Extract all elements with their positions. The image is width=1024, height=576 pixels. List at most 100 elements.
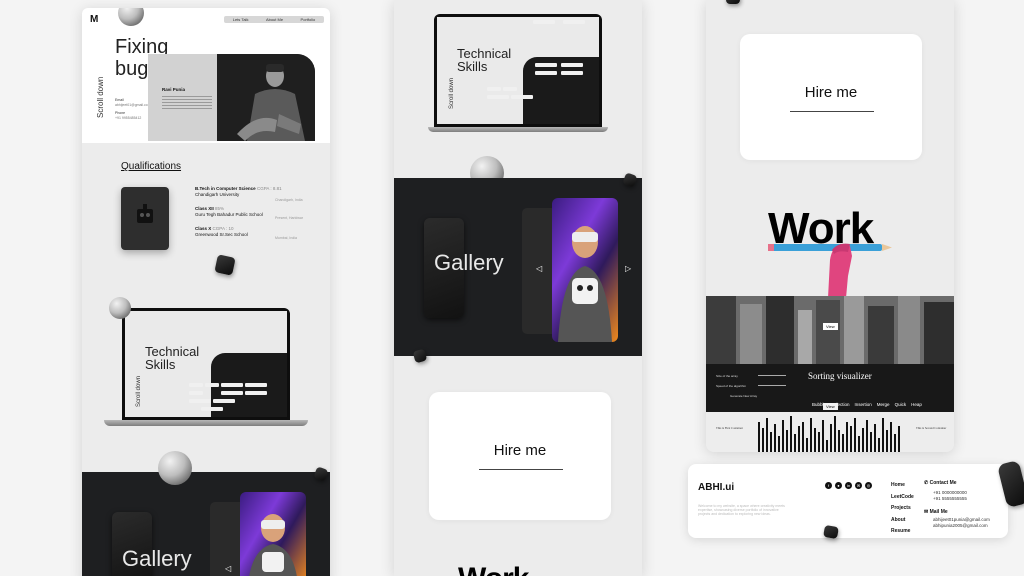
skill-pill bbox=[201, 407, 223, 411]
skill-pill bbox=[561, 63, 583, 67]
technical-skills-title: Technical Skills bbox=[145, 345, 199, 371]
qualifications-title: Qualifications bbox=[121, 161, 182, 172]
vr-person-icon bbox=[558, 226, 612, 342]
phone-2[interactable]: +91 5555555555 bbox=[933, 496, 967, 502]
footer-link-resume[interactable]: Resume bbox=[891, 526, 914, 538]
view-button[interactable]: View bbox=[823, 323, 838, 330]
qualifications-card bbox=[121, 187, 169, 250]
robot-icon bbox=[137, 204, 153, 223]
algo-heap[interactable]: Heap bbox=[911, 402, 922, 407]
decor-cube bbox=[214, 254, 236, 276]
second-container-label: This is Second Container bbox=[916, 426, 947, 430]
qualification-title: B.Tech in Computer Science bbox=[195, 186, 256, 191]
nav-pill[interactable] bbox=[533, 20, 555, 24]
contact-title: ✆ Contact Me bbox=[924, 480, 957, 486]
qualification-school: Guru Tegh Bahadur Public School bbox=[195, 211, 263, 217]
gallery-photo[interactable] bbox=[552, 198, 618, 342]
speed-slider[interactable] bbox=[758, 385, 786, 386]
skill-pill bbox=[487, 87, 501, 91]
laptop-base bbox=[104, 420, 308, 426]
facebook-icon[interactable]: f bbox=[825, 482, 832, 489]
hero-name: Ravi Punia bbox=[162, 87, 186, 92]
qualification-grade: CGPA : 8.81 bbox=[256, 186, 282, 191]
hero-section: M Lets Talk About Me Portfolio Fixing bu… bbox=[82, 8, 330, 143]
algo-merge[interactable]: Merge bbox=[877, 402, 890, 407]
mail-1[interactable]: abhijeet01punia@gmail.com bbox=[933, 517, 990, 523]
decor-cube bbox=[726, 0, 740, 4]
hire-me-underline bbox=[479, 469, 563, 470]
mail-icon[interactable]: ✉ bbox=[855, 482, 862, 489]
contact-mails: abhijeet01punia@gmail.com abhipunia2005@… bbox=[933, 517, 990, 528]
gallery-title: Gallery bbox=[434, 250, 504, 275]
view-button[interactable]: View bbox=[823, 403, 838, 410]
city-skyline-icon bbox=[706, 296, 954, 364]
qualification-school: Greenwood Sr.Sec School bbox=[195, 231, 248, 237]
nav-pill[interactable] bbox=[563, 20, 585, 24]
footer-link-leetcode[interactable]: LeetCode bbox=[891, 492, 914, 504]
footer-link-projects[interactable]: Projects bbox=[891, 503, 914, 515]
sorting-bars-icon bbox=[758, 416, 900, 452]
linkedin-icon[interactable]: in bbox=[845, 482, 852, 489]
instagram-icon[interactable]: ◎ bbox=[865, 482, 872, 489]
github-icon[interactable]: ● bbox=[835, 482, 842, 489]
scroll-down-label[interactable]: Scroll down bbox=[449, 78, 455, 109]
scroll-down-label[interactable]: Scroll down bbox=[96, 77, 105, 118]
laptop-screen: Technical Skills Scroll down bbox=[434, 14, 602, 127]
footer-link-about[interactable]: About bbox=[891, 515, 914, 527]
tech-title-line-2: Skills bbox=[145, 357, 176, 372]
phone-value: +91 9955485412 bbox=[115, 116, 142, 120]
profile-photo bbox=[217, 54, 315, 141]
mockup-column-3: Hire me Work View Size of the array Spee… bbox=[706, 0, 954, 452]
qualification-item-1: B.Tech in Computer Science CGPA : 8.81 C… bbox=[195, 186, 282, 197]
gallery-photo[interactable] bbox=[240, 492, 306, 576]
person-photo-icon bbox=[217, 54, 315, 141]
skill-pill bbox=[535, 63, 557, 67]
city-photo: View bbox=[706, 296, 954, 364]
footer-link-home[interactable]: Home bbox=[891, 480, 914, 492]
skill-pill bbox=[535, 71, 557, 75]
nav-portfolio[interactable]: Portfolio bbox=[301, 17, 316, 22]
gallery-prev-icon[interactable]: ◁ bbox=[225, 564, 231, 573]
hire-me-text[interactable]: Hire me bbox=[429, 442, 611, 459]
hero-description bbox=[162, 96, 212, 110]
skill-pill bbox=[245, 383, 267, 387]
mail-title-text: Mail Me bbox=[929, 509, 948, 515]
hand-pencil-icon bbox=[768, 243, 892, 298]
mail-2[interactable]: abhipunia2005@gmail.com bbox=[933, 523, 990, 529]
hire-me-card[interactable]: Hire me bbox=[740, 34, 922, 160]
mail-title: ✉ Mail Me bbox=[924, 509, 948, 515]
algo-quick[interactable]: Quick bbox=[895, 402, 907, 407]
array-size-label: Size of the array bbox=[716, 374, 738, 378]
phone-label: Phone bbox=[115, 111, 126, 115]
laptop-screen-content: Technical Skills Scroll down bbox=[125, 311, 287, 417]
qualification-title: Class X bbox=[195, 226, 212, 231]
qualification-location-1: Chandigarh, India bbox=[275, 198, 303, 202]
hire-me-text[interactable]: Hire me bbox=[740, 84, 922, 101]
footer-card: ABHI.ui Welcome to my website, a space w… bbox=[688, 464, 1008, 538]
sorting-title: Sorting visualizer bbox=[808, 371, 872, 381]
nav-lets-talk[interactable]: Lets Talk bbox=[233, 17, 249, 22]
social-links: f ● in ✉ ◎ bbox=[825, 482, 872, 489]
gallery-next-icon[interactable]: ▷ bbox=[625, 264, 631, 273]
decor-cube bbox=[823, 524, 839, 540]
skill-pill bbox=[189, 383, 203, 387]
decor-sphere bbox=[109, 297, 131, 319]
scroll-down-label[interactable]: Scroll down bbox=[136, 376, 142, 407]
nav-about-me[interactable]: About Me bbox=[266, 17, 283, 22]
algo-insertion[interactable]: Insertion bbox=[855, 402, 872, 407]
mockup-column-2: Technical Skills Scroll down Gallery ◁ ▷… bbox=[394, 0, 642, 576]
site-logo[interactable]: M bbox=[90, 14, 98, 25]
phone-icon: ✆ bbox=[924, 480, 929, 486]
footer-brand[interactable]: ABHI.ui bbox=[698, 482, 734, 493]
gallery-prev-icon[interactable]: ◁ bbox=[536, 264, 542, 273]
email-value: abhijeet01@gmail.com bbox=[115, 103, 151, 107]
hire-me-underline bbox=[790, 111, 874, 112]
skill-pill bbox=[189, 391, 203, 395]
skill-pill bbox=[511, 95, 533, 99]
array-size-slider[interactable] bbox=[758, 375, 786, 376]
phone-1[interactable]: +91 0000000000 bbox=[933, 490, 967, 496]
skill-pill bbox=[221, 383, 243, 387]
generate-array-button[interactable]: Generate New Array bbox=[730, 394, 757, 398]
hire-me-card[interactable]: Hire me bbox=[429, 392, 611, 520]
skill-pill bbox=[213, 399, 235, 403]
